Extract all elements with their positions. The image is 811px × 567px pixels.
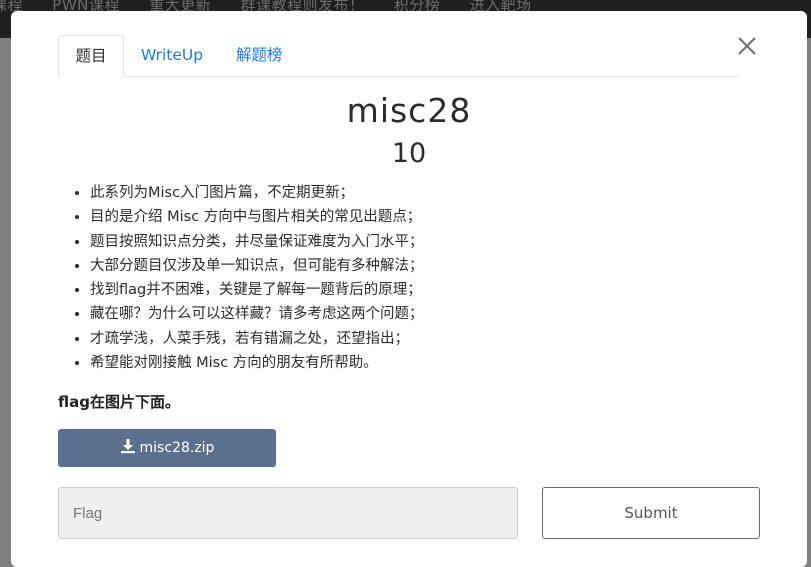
challenge-modal: 题目 WriteUp 解题榜 misc28 10 此系列为Misc入门图片篇，不… (11, 11, 807, 567)
challenge-description: 此系列为Misc入门图片篇，不定期更新； 目的是介绍 Misc 方向中与图片相关… (59, 181, 424, 375)
description-item: 才疏学浅，人菜手残，若有错漏之处，还望指出； (90, 327, 424, 351)
description-item: 藏在哪？为什么可以这样藏？请多考虑这两个问题； (90, 302, 424, 326)
challenge-name: misc28 (346, 91, 472, 130)
tab-challenge[interactable]: 题目 (58, 35, 124, 77)
download-icon (120, 438, 140, 458)
tab-solves[interactable]: 解题榜 (236, 35, 283, 76)
challenge-points: 10 (391, 138, 427, 169)
flag-input[interactable] (58, 487, 518, 539)
download-file-label: misc28.zip (139, 440, 215, 456)
close-icon[interactable] (737, 36, 757, 56)
description-item: 希望能对刚接触 Misc 方向的朋友有所帮助。 (90, 351, 424, 375)
modal-tabs: 题目 WriteUp 解题榜 (58, 35, 738, 77)
tab-writeup[interactable]: WriteUp (141, 35, 203, 76)
description-item: 题目按照知识点分类，并尽量保证难度为入门水平； (90, 230, 424, 254)
description-item: 此系列为Misc入门图片篇，不定期更新； (90, 181, 424, 205)
download-file-button[interactable]: misc28.zip (58, 429, 276, 467)
description-item: 找到flag并不困难，关键是了解每一题背后的原理； (90, 278, 424, 302)
description-item: 目的是介绍 Misc 方向中与图片相关的常见出题点； (90, 205, 424, 229)
challenge-hint: flag在图片下面。 (58, 393, 180, 411)
submit-button[interactable]: Submit (542, 487, 760, 539)
description-item: 大部分题目仅涉及单一知识点，但可能有多种解法； (90, 254, 424, 278)
